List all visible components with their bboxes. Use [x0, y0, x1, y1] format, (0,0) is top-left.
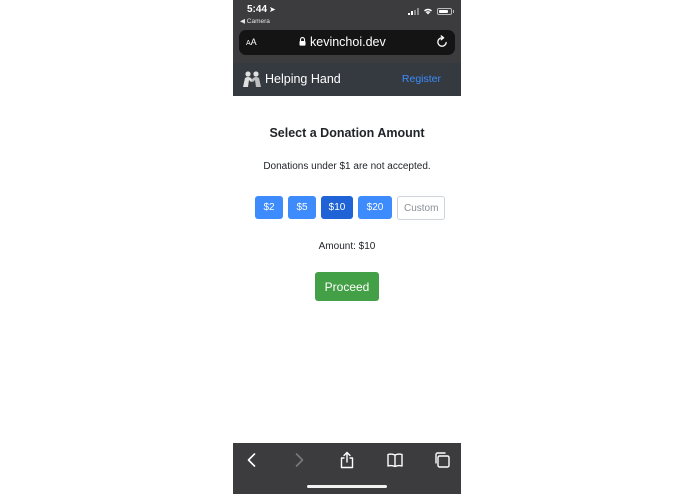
wifi-icon — [424, 8, 432, 15]
text-size-large-a: A — [250, 37, 257, 47]
site-navbar: Helping Hand Register — [233, 63, 461, 96]
status-icons — [408, 7, 454, 15]
amount-5-button[interactable]: $5 — [288, 196, 316, 219]
page-title: Select a Donation Amount — [269, 126, 425, 140]
amount-2-button[interactable]: $2 — [255, 196, 283, 219]
register-link[interactable]: Register — [402, 73, 441, 85]
home-indicator — [307, 485, 387, 488]
minimum-donation-notice: Donations under $1 are not accepted. — [263, 161, 431, 172]
share-icon[interactable] — [338, 451, 356, 469]
brand-name: Helping Hand — [265, 72, 341, 86]
selected-amount-text: Amount: $10 — [318, 241, 376, 252]
address-bar[interactable]: AA kevinchoi.dev — [239, 30, 455, 55]
battery-icon — [437, 7, 454, 15]
status-time: 5:44 ➤ — [247, 4, 276, 15]
back-icon[interactable] — [243, 451, 261, 469]
status-time-text: 5:44 — [247, 4, 268, 15]
location-arrow-icon: ➤ — [269, 5, 276, 14]
reload-icon[interactable] — [435, 35, 449, 49]
forward-icon[interactable] — [290, 451, 308, 469]
proceed-button[interactable]: Proceed — [315, 272, 379, 301]
url-text: kevinchoi.dev — [310, 35, 386, 49]
phone-screen: 5:44 ➤ ◀ Camera AA kevinchoi.dev Helping… — [233, 0, 461, 494]
tabs-icon[interactable] — [433, 451, 451, 469]
amount-options: $2 $5 $10 $20 — [255, 196, 445, 220]
lock-icon — [299, 36, 306, 46]
browser-top-chrome: 5:44 ➤ ◀ Camera AA kevinchoi.dev — [233, 0, 461, 63]
custom-amount-input[interactable] — [397, 196, 445, 220]
cellular-signal-icon — [408, 7, 419, 15]
amount-10-button[interactable]: $10 — [321, 196, 353, 219]
url-display[interactable]: kevinchoi.dev — [299, 35, 386, 49]
text-size-button[interactable]: AA — [246, 37, 257, 47]
helping-hands-icon — [243, 71, 261, 87]
back-to-app-link[interactable]: ◀ Camera — [240, 17, 270, 25]
bookmarks-icon[interactable] — [386, 451, 404, 469]
brand-link[interactable]: Helping Hand — [242, 70, 341, 88]
amount-20-button[interactable]: $20 — [358, 196, 392, 219]
